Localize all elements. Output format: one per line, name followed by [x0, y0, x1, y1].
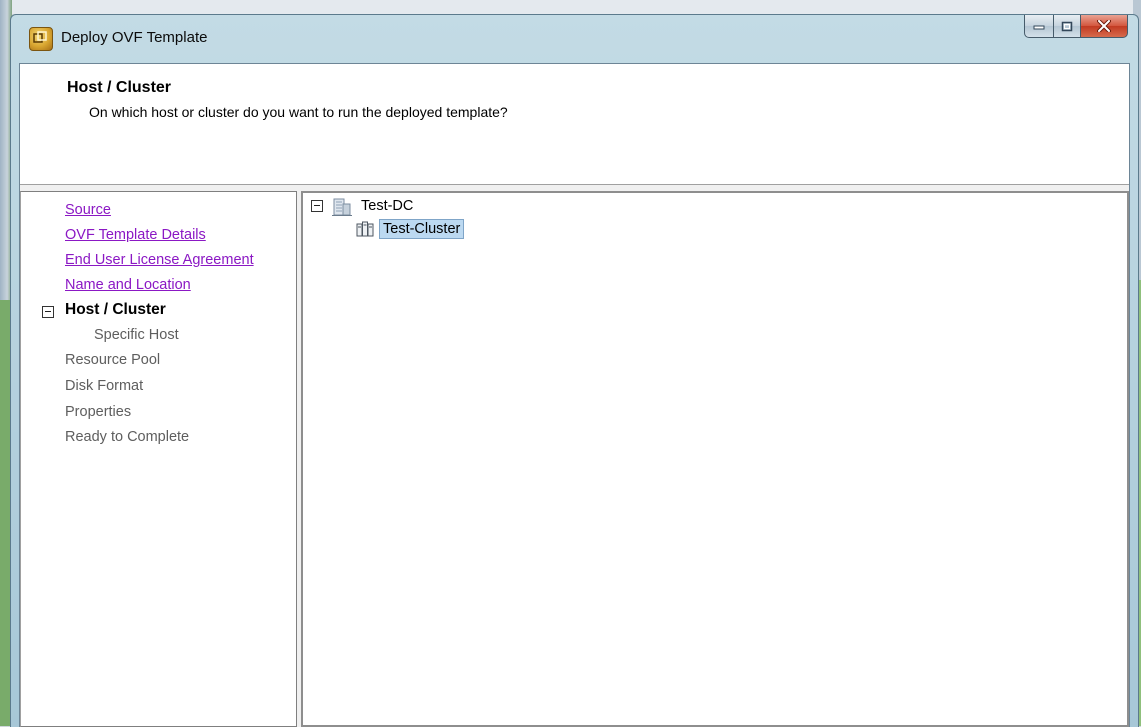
close-button[interactable]	[1081, 15, 1128, 38]
page-title: Host / Cluster	[67, 79, 172, 96]
maximize-icon	[1061, 21, 1073, 31]
cluster-icon	[356, 221, 374, 237]
vsphere-app-icon	[29, 27, 53, 51]
close-icon	[1097, 20, 1111, 32]
tree-node-datacenter[interactable]: Test-DC	[311, 195, 413, 217]
title-bar[interactable]: Deploy OVF Template	[11, 15, 1138, 63]
nav-step-ovf-template-details[interactable]: OVF Template Details	[65, 227, 206, 243]
nav-step-source[interactable]: Source	[65, 202, 111, 218]
datacenter-label: Test-DC	[361, 198, 414, 214]
nav-step-ready-to-complete: Ready to Complete	[65, 429, 190, 445]
wizard-steps-nav: Source OVF Template Details End User Lic…	[20, 191, 297, 727]
tree-node-cluster[interactable]: Test-Cluster	[355, 219, 465, 239]
page-description: On which host or cluster do you want to …	[89, 104, 508, 120]
collapse-icon[interactable]	[42, 306, 54, 318]
desktop-background-top	[0, 0, 1141, 14]
nav-step-eula[interactable]: End User License Agreement	[65, 252, 254, 268]
window-title: Deploy OVF Template	[61, 29, 208, 46]
wizard-header: Host / Cluster On which host or cluster …	[20, 64, 1129, 185]
nav-step-disk-format: Disk Format	[65, 378, 144, 394]
tree-collapse-icon[interactable]	[311, 200, 323, 212]
host-cluster-tree: Test-DC Test-Cluster	[301, 191, 1129, 727]
datacenter-icon	[332, 198, 352, 216]
cluster-label: Test-Cluster	[379, 219, 465, 239]
nav-step-properties: Properties	[65, 404, 132, 420]
nav-step-specific-host: Specific Host	[94, 327, 179, 343]
window-controls	[1024, 15, 1128, 38]
nav-step-name-and-location[interactable]: Name and Location	[65, 277, 191, 293]
maximize-button[interactable]	[1054, 15, 1081, 38]
dialog-client-area: Host / Cluster On which host or cluster …	[19, 63, 1130, 727]
nav-step-host-cluster: Host / Cluster	[65, 301, 166, 318]
minimize-button[interactable]	[1024, 15, 1054, 38]
nav-step-resource-pool: Resource Pool	[65, 352, 161, 368]
minimize-icon	[1033, 25, 1045, 30]
deploy-ovf-window: Deploy OVF Template Host / Cluster On wh…	[10, 14, 1139, 727]
